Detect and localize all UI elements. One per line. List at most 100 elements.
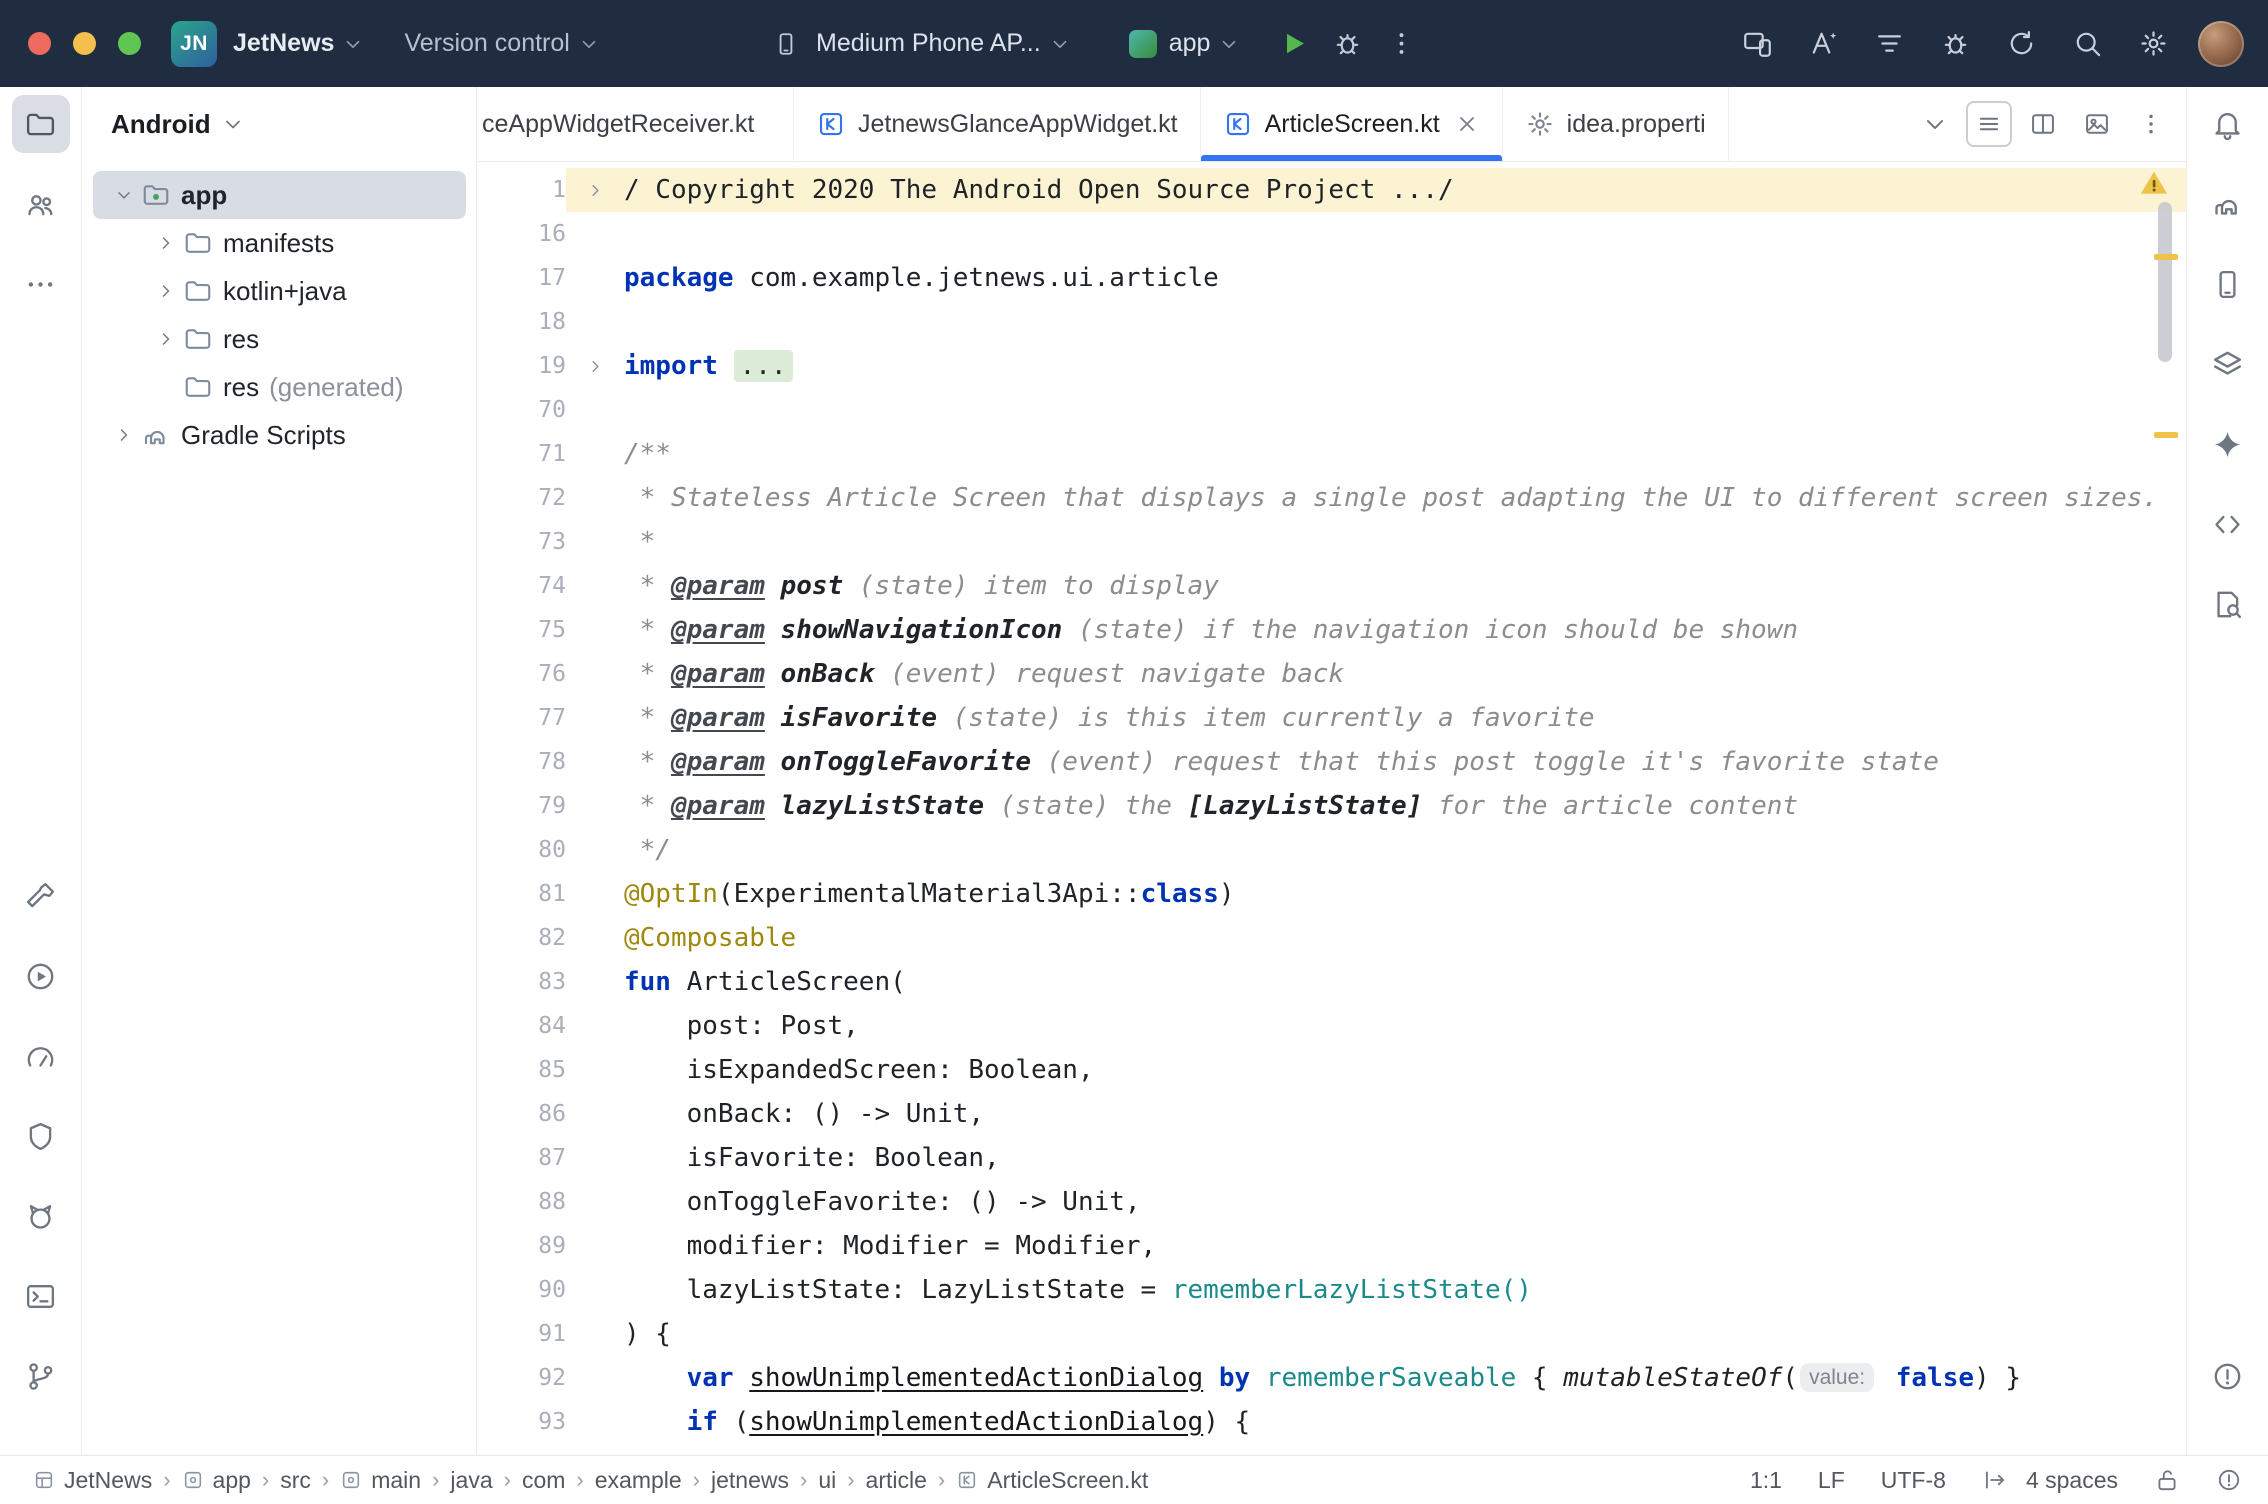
chevron-down-icon[interactable]: [1049, 33, 1071, 55]
filter-icon[interactable]: [1862, 17, 1916, 71]
code-text[interactable]: lazyListState: LazyListState = rememberL…: [624, 1268, 2186, 1312]
breadcrumb-src[interactable]: src: [273, 1467, 318, 1494]
chevron-down-icon[interactable]: [221, 112, 245, 136]
avatar[interactable]: [2198, 21, 2244, 67]
indent-widget[interactable]: 4 spaces: [2026, 1467, 2118, 1494]
device-selector-icon[interactable]: [768, 17, 804, 71]
debug-button[interactable]: [1320, 17, 1374, 71]
more-actions-button[interactable]: [1374, 17, 1428, 71]
line-number[interactable]: 76: [478, 652, 566, 696]
code-text[interactable]: [624, 212, 2186, 256]
line-number[interactable]: 80: [478, 828, 566, 872]
code-editor[interactable]: 1/ Copyright 2020 The Android Open Sourc…: [478, 162, 2186, 1455]
line-number[interactable]: 87: [478, 1136, 566, 1180]
lock-icon[interactable]: [2154, 1467, 2180, 1493]
code-text[interactable]: * @param showNavigationIcon (state) if t…: [624, 608, 2186, 652]
device-manager-icon[interactable]: [2199, 255, 2257, 313]
indent-style-icon[interactable]: [1982, 1467, 2008, 1493]
code-text[interactable]: isFavorite: Boolean,: [624, 1136, 2186, 1180]
line-number[interactable]: 18: [478, 300, 566, 344]
fold-marker-icon[interactable]: [566, 344, 624, 388]
profiler-icon[interactable]: [12, 1027, 70, 1085]
chevron-right-icon[interactable]: [151, 228, 181, 258]
vcs-change-mark[interactable]: [2154, 254, 2178, 260]
line-number[interactable]: 16: [478, 212, 566, 256]
plugin-bug-icon[interactable]: [1928, 17, 1982, 71]
app-quality-insights-icon[interactable]: [2199, 575, 2257, 633]
preview-toggle-button[interactable]: [2074, 101, 2120, 147]
tree-item-gradle-scripts[interactable]: Gradle Scripts: [93, 411, 466, 459]
line-number[interactable]: 78: [478, 740, 566, 784]
code-text[interactable]: ) {: [624, 1312, 2186, 1356]
line-number[interactable]: 91: [478, 1312, 566, 1356]
notifications-icon[interactable]: [2199, 95, 2257, 153]
split-editor-button[interactable]: [2020, 101, 2066, 147]
sync-icon[interactable]: [1994, 17, 2048, 71]
tree-item-res[interactable]: res(generated): [93, 363, 466, 411]
breadcrumb-jetnews[interactable]: jetnews: [704, 1467, 796, 1494]
breadcrumb-articlescreen-kt[interactable]: ArticleScreen.kt: [949, 1467, 1155, 1494]
code-text[interactable]: fun ArticleScreen(: [624, 960, 2186, 1004]
breadcrumb-main[interactable]: main: [333, 1467, 428, 1494]
editor-options-button[interactable]: [2128, 101, 2174, 147]
code-text[interactable]: * @param onBack (event) request navigate…: [624, 652, 2186, 696]
code-text[interactable]: / Copyright 2020 The Android Open Source…: [624, 168, 2186, 212]
run-configuration-selector[interactable]: app: [1169, 29, 1211, 58]
zoom-window-button[interactable]: [118, 32, 141, 55]
app-inspection-icon[interactable]: [12, 1107, 70, 1165]
breadcrumb-java[interactable]: java: [443, 1467, 499, 1494]
chevron-down-icon[interactable]: [1218, 33, 1240, 55]
line-number[interactable]: 84: [478, 1004, 566, 1048]
chevron-right-icon[interactable]: [151, 324, 181, 354]
chevron-down-icon[interactable]: [342, 33, 364, 55]
line-number[interactable]: 93: [478, 1400, 566, 1444]
breadcrumb-com[interactable]: com: [515, 1467, 572, 1494]
code-text[interactable]: @OptIn(ExperimentalMaterial3Api::class): [624, 872, 2186, 916]
code-text[interactable]: var showUnimplementedActionDialog by rem…: [624, 1356, 2186, 1400]
code-text[interactable]: if (showUnimplementedActionDialog) {: [624, 1400, 2186, 1444]
breadcrumb-app[interactable]: app: [175, 1467, 258, 1494]
line-number[interactable]: 72: [478, 476, 566, 520]
terminal-icon[interactable]: [12, 1267, 70, 1325]
line-number[interactable]: 85: [478, 1048, 566, 1092]
chevron-right-icon[interactable]: [151, 276, 181, 306]
line-number[interactable]: 81: [478, 872, 566, 916]
line-number[interactable]: 86: [478, 1092, 566, 1136]
version-control-icon[interactable]: [12, 1347, 70, 1405]
code-text[interactable]: package com.example.jetnews.ui.article: [624, 256, 2186, 300]
close-window-button[interactable]: [28, 32, 51, 55]
code-text[interactable]: onBack: () -> Unit,: [624, 1092, 2186, 1136]
code-text[interactable]: * @param lazyListState (state) the [Lazy…: [624, 784, 2186, 828]
project-name-menu[interactable]: JetNews: [233, 29, 334, 58]
line-number[interactable]: 92: [478, 1356, 566, 1400]
caret-position-widget[interactable]: 1:1: [1750, 1467, 1782, 1494]
line-number[interactable]: 79: [478, 784, 566, 828]
code-text[interactable]: * Stateless Article Screen that displays…: [624, 476, 2186, 520]
line-separator-widget[interactable]: LF: [1818, 1467, 1845, 1494]
more-icon[interactable]: [12, 255, 70, 313]
project-icon[interactable]: [12, 95, 70, 153]
code-text[interactable]: [624, 388, 2186, 432]
editor-tab-ceappwidgetreceiver-kt[interactable]: ceAppWidgetReceiver.kt: [478, 87, 794, 161]
code-text[interactable]: @Composable: [624, 916, 2186, 960]
breadcrumb-ui[interactable]: ui: [811, 1467, 843, 1494]
run-button[interactable]: [1266, 17, 1320, 71]
line-number[interactable]: 90: [478, 1268, 566, 1312]
code-text[interactable]: */: [624, 828, 2186, 872]
tree-item-app[interactable]: app: [93, 171, 466, 219]
code-text[interactable]: /**: [624, 432, 2186, 476]
line-number[interactable]: 71: [478, 432, 566, 476]
logcat-icon[interactable]: [12, 1187, 70, 1245]
tab-list-toggle[interactable]: [1966, 101, 2012, 147]
code-text[interactable]: * @param post (state) item to display: [624, 564, 2186, 608]
minimize-window-button[interactable]: [73, 32, 96, 55]
chevron-right-icon[interactable]: [109, 420, 139, 450]
editor-tab-idea-properti[interactable]: idea.properti: [1503, 87, 1729, 161]
encoding-widget[interactable]: UTF-8: [1881, 1467, 1946, 1494]
gemini-icon[interactable]: [2199, 415, 2257, 473]
code-text[interactable]: onToggleFavorite: () -> Unit,: [624, 1180, 2186, 1224]
line-number[interactable]: 19: [478, 344, 566, 388]
line-number[interactable]: 83: [478, 960, 566, 1004]
code-text[interactable]: post: Post,: [624, 1004, 2186, 1048]
inspections-status-icon[interactable]: [2216, 1467, 2242, 1493]
